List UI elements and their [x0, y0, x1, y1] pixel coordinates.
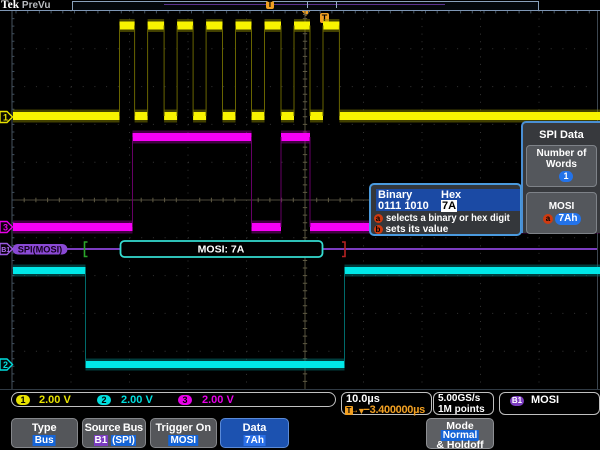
svg-text:2: 2 — [3, 360, 8, 370]
svg-text:SPI(MOSI): SPI(MOSI) — [18, 245, 62, 255]
svg-text:3: 3 — [3, 223, 8, 233]
svg-text:1: 1 — [3, 113, 8, 123]
svg-text:B1: B1 — [1, 247, 10, 254]
svg-text:MOSI: 7A: MOSI: 7A — [198, 244, 245, 256]
